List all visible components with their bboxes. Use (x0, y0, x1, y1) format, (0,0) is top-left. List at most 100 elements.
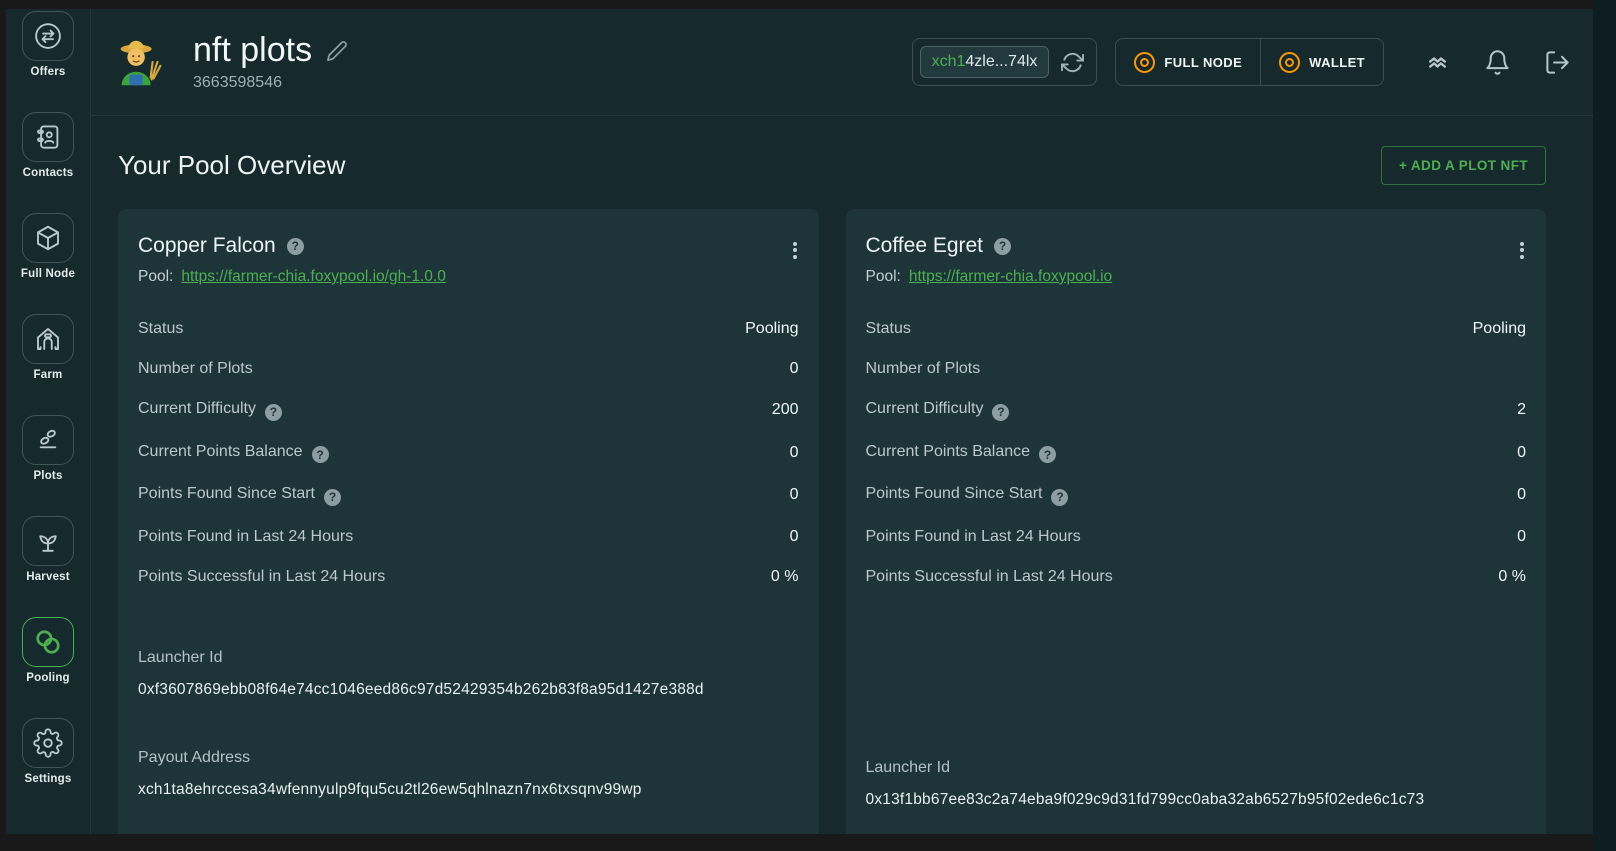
settings-gear-icon (22, 718, 74, 768)
wallet-status-label: WALLET (1309, 55, 1365, 70)
stat-value: 0 (1517, 486, 1526, 504)
help-icon[interactable]: ? (324, 489, 341, 506)
stat-label: Points Found in Last 24 Hours (138, 528, 353, 545)
stat-row-points-found-since-start: Points Found Since Start? 0 (138, 474, 799, 517)
sidebar-item-label: Contacts (23, 167, 74, 179)
sidebar-item-label: Offers (30, 66, 65, 78)
launcher-id-value: 0xf3607869ebb08f64e74cc1046eed86c97d5242… (138, 681, 799, 699)
stat-label: Status (138, 320, 183, 337)
notifications-bell-icon[interactable] (1484, 49, 1511, 76)
sidebar-item-farm[interactable]: Farm (22, 314, 74, 381)
app-window: Offers Contacts Full Node (6, 9, 1593, 834)
full-node-sync-icon (1134, 52, 1155, 73)
stat-value: 0 (1517, 444, 1526, 462)
logout-icon[interactable] (1544, 49, 1571, 76)
stat-row-points-found-since-start: Points Found Since Start? 0 (866, 474, 1527, 517)
payout-address-label: Payout Address (138, 749, 799, 767)
full-node-status-button[interactable]: FULL NODE (1116, 39, 1260, 85)
sidebar-item-label: Farm (34, 369, 63, 381)
launcher-id-label: Launcher Id (138, 649, 799, 667)
stat-row-current-difficulty: Current Difficulty? 2 (866, 389, 1527, 432)
pool-overview-page: Your Pool Overview + ADD A PLOT NFT Copp… (91, 116, 1593, 834)
stat-row-current-points-balance: Current Points Balance? 0 (138, 432, 799, 475)
topbar: nft plots 3663598546 xch14zle...74lx (91, 9, 1593, 116)
refresh-address-icon[interactable] (1061, 51, 1084, 74)
help-icon[interactable]: ? (1051, 489, 1068, 506)
pool-nft-name: Coffee Egret (866, 234, 984, 258)
pool-cards: Copper Falcon ? Pool:https://farmer-chia… (118, 209, 1546, 834)
header-icons (1424, 49, 1571, 76)
window-right-gutter (1593, 0, 1616, 851)
pool-card-copper-falcon: Copper Falcon ? Pool:https://farmer-chia… (118, 209, 819, 834)
stat-row-points-found-24h: Points Found in Last 24 Hours 0 (138, 517, 799, 557)
farmer-avatar (109, 31, 171, 93)
stat-label: Current Difficulty (866, 400, 984, 417)
sidebar-item-full-node[interactable]: Full Node (21, 213, 75, 280)
pool-url-link[interactable]: https://farmer-chia.foxypool.io/gh-1.0.0 (181, 268, 446, 285)
stat-value: 0 (790, 528, 799, 546)
pool-nft-name: Copper Falcon (138, 234, 276, 258)
sidebar-item-label: Full Node (21, 268, 75, 280)
stat-row-number-of-plots: Number of Plots 0 (138, 349, 799, 389)
stat-row-points-successful-24h: Points Successful in Last 24 Hours 0 % (138, 557, 799, 597)
pooling-rings-icon (22, 617, 74, 667)
full-node-status-label: FULL NODE (1164, 55, 1242, 70)
pool-label: Pool: (866, 268, 901, 285)
sidebar-item-harvest[interactable]: Harvest (22, 516, 74, 583)
receive-address-chip[interactable]: xch14zle...74lx (920, 46, 1050, 78)
stat-label: Points Found in Last 24 Hours (866, 528, 1081, 545)
sidebar-item-pooling[interactable]: Pooling (22, 617, 74, 684)
stat-value: 0 (790, 360, 799, 378)
help-icon[interactable]: ? (1039, 446, 1056, 463)
stat-label: Number of Plots (138, 360, 253, 377)
stat-label: Points Found Since Start (138, 485, 315, 502)
stat-value: 0 % (771, 568, 799, 586)
help-icon[interactable]: ? (994, 238, 1011, 255)
sidebar-item-label: Settings (25, 773, 72, 785)
stat-row-points-successful-24h: Points Successful in Last 24 Hours 0 % (866, 557, 1527, 597)
main-column: nft plots 3663598546 xch14zle...74lx (91, 9, 1593, 834)
plots-seeds-icon (22, 415, 74, 465)
pool-stats: Status Pooling Number of Plots 0 Current… (138, 309, 799, 597)
wallet-status-button[interactable]: WALLET (1261, 39, 1383, 85)
sidebar-item-label: Harvest (26, 571, 70, 583)
edit-pencil-icon[interactable] (326, 40, 348, 62)
stat-label: Points Found Since Start (866, 485, 1043, 502)
sidebar-item-contacts[interactable]: Contacts (22, 112, 74, 179)
help-icon[interactable]: ? (265, 404, 282, 421)
stat-label: Current Difficulty (138, 400, 256, 417)
pool-url-row: Pool:https://farmer-chia.foxypool.io/gh-… (138, 268, 799, 286)
stat-label: Current Points Balance (866, 443, 1031, 460)
card-menu-kebab-icon[interactable] (787, 233, 803, 267)
stat-row-number-of-plots: Number of Plots (866, 349, 1527, 389)
stat-value: 2 (1517, 401, 1526, 419)
sidebar-item-label: Plots (33, 470, 62, 482)
receive-address-group: xch14zle...74lx (912, 38, 1098, 86)
stat-label: Status (866, 320, 911, 337)
stat-value: 0 (790, 486, 799, 504)
pool-stats: Status Pooling Number of Plots Current D… (866, 309, 1527, 597)
wallet-fingerprint: 3663598546 (193, 74, 348, 92)
stat-value: 0 (1517, 528, 1526, 546)
sync-status-group: FULL NODE WALLET (1115, 38, 1384, 86)
help-icon[interactable]: ? (992, 404, 1009, 421)
card-menu-kebab-icon[interactable] (1514, 233, 1530, 267)
stat-value: 0 (790, 444, 799, 462)
stat-value: 200 (772, 401, 799, 419)
sidebar-item-settings[interactable]: Settings (22, 718, 74, 785)
pool-url-row: Pool: https://farmer-chia.foxypool.io (866, 268, 1527, 286)
contacts-book-icon (22, 112, 74, 162)
waves-icon[interactable] (1424, 49, 1451, 76)
sidebar-item-offers[interactable]: Offers (22, 11, 74, 78)
sidebar-item-plots[interactable]: Plots (22, 415, 74, 482)
stat-label: Number of Plots (866, 360, 981, 377)
stat-row-points-found-24h: Points Found in Last 24 Hours 0 (866, 517, 1527, 557)
full-node-cube-icon (22, 213, 74, 263)
stat-value: Pooling (1473, 320, 1526, 338)
pool-url-link[interactable]: https://farmer-chia.foxypool.io (909, 268, 1112, 285)
help-icon[interactable]: ? (287, 238, 304, 255)
payout-address-value: xch1ta8ehrccesa34wfennyulp9fqu5cu2tl26ew… (138, 781, 799, 799)
add-plot-nft-button[interactable]: + ADD A PLOT NFT (1381, 146, 1546, 185)
help-icon[interactable]: ? (312, 446, 329, 463)
wallet-name: nft plots (193, 32, 312, 69)
